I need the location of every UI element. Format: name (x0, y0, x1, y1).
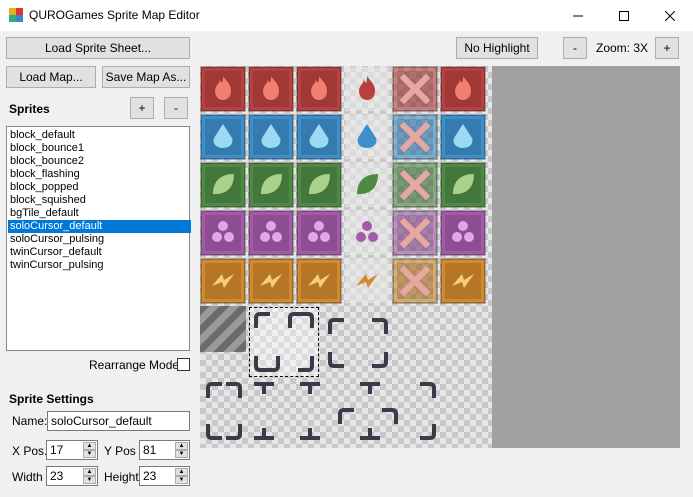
cursor-tee-icon (254, 428, 274, 440)
sprites-heading: Sprites (9, 102, 50, 116)
list-item[interactable]: bgTile_default (8, 207, 191, 220)
cursor-corner-icon (328, 318, 344, 334)
width-label: Width (12, 470, 43, 484)
minimize-icon (573, 15, 583, 16)
list-item[interactable]: twinCursor_pulsing (8, 259, 191, 272)
width-value: 23 (50, 469, 64, 483)
cursor-corner-icon (328, 352, 344, 368)
load-map-button[interactable]: Load Map... (6, 66, 96, 88)
title-bar: QUROGames Sprite Map Editor (0, 0, 693, 31)
list-item[interactable]: block_default (8, 129, 191, 142)
rearrange-mode-label: Rearrange Mode (89, 358, 180, 372)
name-label: Name: (12, 414, 48, 428)
cursor-corner-icon (226, 382, 242, 398)
cursor-corner-icon (206, 382, 222, 398)
remove-sprite-button[interactable]: - (164, 97, 188, 119)
chevron-up-icon[interactable]: ▲ (83, 442, 96, 450)
xpos-stepper[interactable]: 17 ▲ ▼ (46, 440, 98, 460)
cursor-corner-icon (206, 424, 222, 440)
cursor-corner-icon (298, 356, 314, 372)
xpos-label: X Pos. (12, 444, 48, 458)
cursor-corner-icon (288, 312, 304, 328)
cursor-corner-icon (298, 312, 314, 328)
ypos-label: Y Pos (104, 444, 136, 458)
cursor-tee-icon (360, 428, 380, 440)
list-item[interactable]: block_bounce2 (8, 155, 191, 168)
list-item-selected[interactable]: soloCursor_default (8, 220, 191, 233)
chevron-down-icon[interactable]: ▼ (175, 450, 188, 458)
sprite-canvas[interactable] (200, 66, 680, 448)
close-button[interactable] (647, 0, 693, 31)
cursor-corner-icon (254, 312, 270, 328)
cursor-corner-icon (264, 356, 280, 372)
zoom-out-button[interactable]: - (563, 37, 587, 59)
cursor-tee-icon (254, 382, 274, 394)
zoom-in-button[interactable]: + (655, 37, 679, 59)
chevron-down-icon[interactable]: ▼ (83, 476, 96, 484)
sprite-list[interactable]: block_default block_bounce1 block_bounce… (6, 126, 191, 351)
zoom-level-label: Zoom: 3X (596, 41, 649, 55)
no-highlight-button[interactable]: No Highlight (456, 37, 538, 59)
cursor-corner-icon (254, 356, 270, 372)
chevron-up-icon[interactable]: ▲ (83, 468, 96, 476)
list-item[interactable]: twinCursor_default (8, 246, 191, 259)
minimize-button[interactable] (555, 0, 601, 31)
chevron-down-icon[interactable]: ▼ (175, 476, 188, 484)
height-value: 23 (143, 469, 157, 483)
list-item[interactable]: block_bounce1 (8, 142, 191, 155)
cursor-corner-icon (338, 408, 354, 424)
cursor-corner-icon (420, 382, 436, 398)
maximize-icon (619, 10, 629, 21)
list-item[interactable]: block_popped (8, 181, 191, 194)
cursor-corner-icon (372, 352, 388, 368)
chevron-up-icon[interactable]: ▲ (175, 468, 188, 476)
cursor-corner-icon (226, 424, 242, 440)
cursor-corner-icon (382, 408, 398, 424)
load-sprite-sheet-button[interactable]: Load Sprite Sheet... (6, 37, 190, 59)
cursor-tee-icon (300, 428, 320, 440)
sprite-sheet[interactable] (200, 66, 492, 448)
cursor-corner-icon (372, 318, 388, 334)
save-map-as-button[interactable]: Save Map As... (102, 66, 190, 88)
close-icon (665, 10, 675, 21)
cursor-tee-icon (300, 382, 320, 394)
cursor-corner-icon (420, 424, 436, 440)
width-stepper[interactable]: 23 ▲ ▼ (46, 466, 98, 486)
xpos-value: 17 (50, 443, 64, 457)
height-label: Height (104, 470, 139, 484)
ypos-value: 81 (143, 443, 157, 457)
app-icon (9, 8, 23, 22)
window-title: QUROGames Sprite Map Editor (29, 8, 200, 22)
rearrange-mode-checkbox[interactable] (177, 358, 190, 371)
chevron-down-icon[interactable]: ▼ (83, 450, 96, 458)
name-field[interactable]: soloCursor_default (47, 411, 190, 431)
add-sprite-button[interactable]: + (130, 97, 154, 119)
cursor-tee-icon (360, 382, 380, 394)
maximize-button[interactable] (601, 0, 647, 31)
chevron-up-icon[interactable]: ▲ (175, 442, 188, 450)
list-item[interactable]: soloCursor_pulsing (8, 233, 191, 246)
list-item[interactable]: block_squished (8, 194, 191, 207)
list-item[interactable]: block_flashing (8, 168, 191, 181)
ypos-stepper[interactable]: 81 ▲ ▼ (139, 440, 190, 460)
sprite-settings-heading: Sprite Settings (9, 392, 94, 406)
cursor-sprites[interactable] (200, 66, 492, 448)
height-stepper[interactable]: 23 ▲ ▼ (139, 466, 190, 486)
